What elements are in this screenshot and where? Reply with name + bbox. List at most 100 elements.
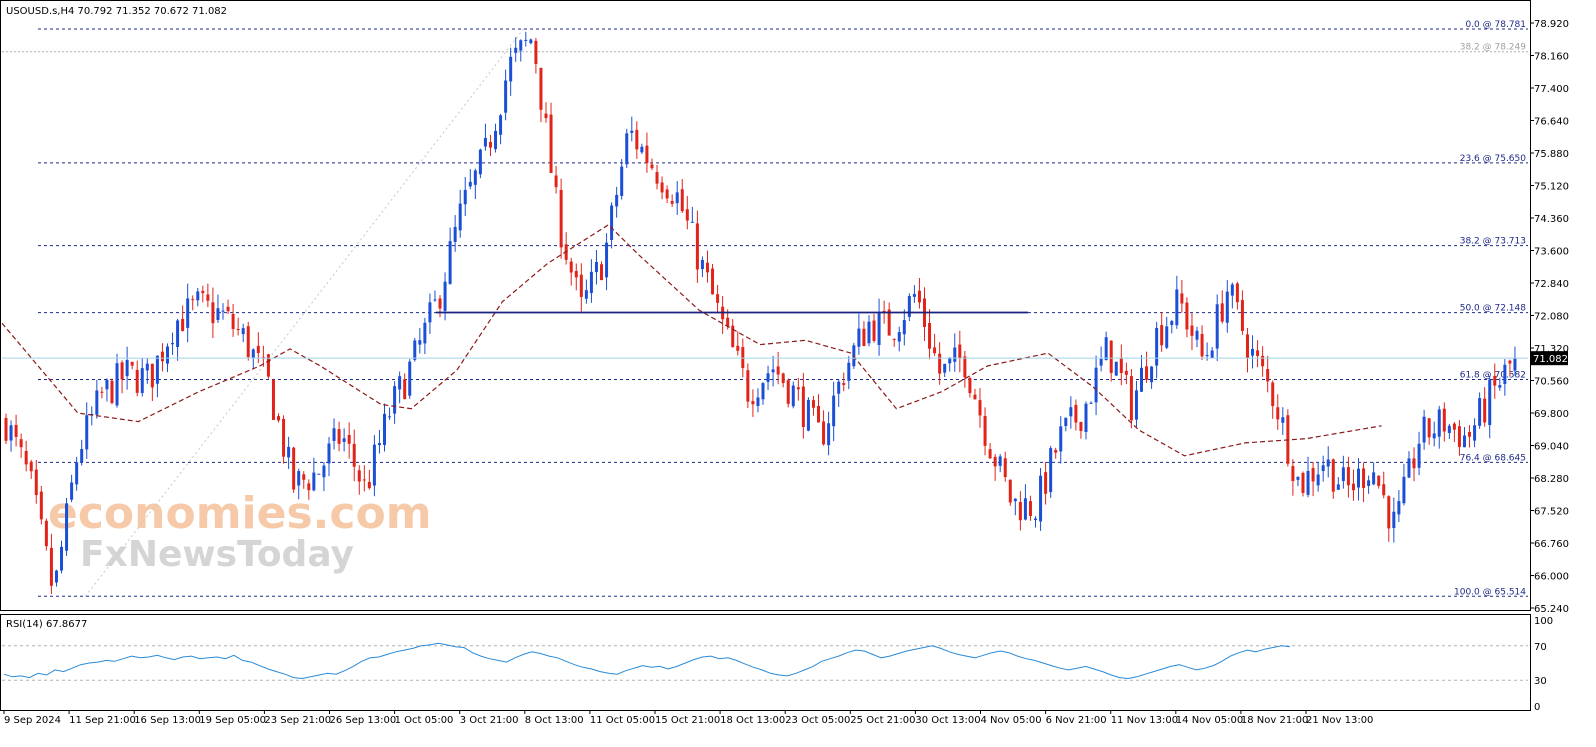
- candle-bear: [1220, 303, 1224, 322]
- candle-bear: [539, 67, 543, 110]
- candle-bull: [478, 149, 482, 175]
- candle-bear: [958, 344, 962, 359]
- candle-bear: [271, 380, 275, 420]
- candle-bull: [584, 290, 588, 299]
- candle-bull: [483, 137, 487, 147]
- candle-bull: [241, 328, 245, 335]
- candle-bear: [645, 145, 649, 164]
- candle-bull: [196, 291, 200, 301]
- price-chart-window[interactable]: economies.com FxNewsToday 0.0 @ 78.781 38…: [0, 0, 1596, 743]
- candle-bull: [806, 399, 810, 431]
- candle-bull: [1094, 367, 1098, 403]
- candle-bull: [398, 376, 402, 390]
- time-axis-label: 11 Nov 13:00: [1111, 715, 1178, 726]
- candle-bull: [433, 299, 437, 301]
- candle-bear: [579, 274, 583, 297]
- rsi-title-label: RSI(14) 67.8677: [6, 619, 87, 630]
- candle-bull: [605, 242, 609, 278]
- candle-bull: [1422, 416, 1426, 443]
- candle-bear: [236, 328, 240, 331]
- price-axis[interactable]: 78.920 78.160 77.400 76.640 75.880 75.120 74.3…: [1530, 19, 1569, 615]
- candle-bull: [1251, 348, 1255, 356]
- candle-bull: [791, 385, 795, 407]
- candle-bull: [125, 359, 129, 377]
- candle-bull: [1447, 425, 1451, 434]
- candle-bull: [221, 310, 225, 312]
- candle-bull: [761, 383, 765, 400]
- fib-level-label: 61.8 @ 70.582: [1460, 371, 1526, 381]
- candle-bear: [206, 294, 210, 301]
- candle-bear: [569, 261, 573, 273]
- candle-bull: [468, 181, 472, 187]
- candle-bull: [907, 296, 911, 317]
- candle-bull: [1326, 459, 1330, 467]
- candle-bear: [736, 345, 740, 351]
- candle-bull: [176, 320, 180, 348]
- candle-bear: [191, 299, 195, 301]
- candle-bear: [226, 306, 230, 312]
- candle-bull: [1084, 403, 1088, 432]
- candle-bear: [347, 435, 351, 444]
- candle-bull: [953, 347, 957, 362]
- candle-bear: [110, 380, 114, 404]
- candle-bear: [438, 298, 442, 309]
- candle-bear: [120, 362, 124, 380]
- time-axis[interactable]: 9 Sep 2024 11 Sep 21:0016 Sep 13:0019 Sep…: [3, 710, 1373, 726]
- candle-bear: [1301, 472, 1305, 493]
- candle-bear: [1018, 502, 1022, 521]
- candle-bear: [1508, 360, 1512, 364]
- time-axis-label: 25 Oct 21:00: [850, 715, 915, 726]
- chart-canvas[interactable]: economies.com FxNewsToday 0.0 @ 78.78138…: [0, 0, 1596, 743]
- watermark-subtitle-text: FxNewsToday: [80, 534, 354, 575]
- candle-bear: [34, 469, 38, 496]
- candle-bull: [524, 39, 528, 41]
- candle-bear: [29, 461, 33, 472]
- candle-bear: [938, 353, 942, 374]
- price-axis-label: 78.160: [1534, 52, 1569, 63]
- candle-bull: [589, 271, 593, 294]
- candle-bull: [1210, 350, 1214, 358]
- candle-bull: [1296, 476, 1300, 480]
- candle-bull: [1195, 330, 1199, 340]
- candle-bull: [1069, 407, 1073, 417]
- candle-bear: [1412, 458, 1416, 469]
- candle-bear: [19, 439, 23, 448]
- candle-bear: [963, 356, 967, 378]
- candle-bear: [695, 223, 699, 270]
- candle-bear: [1074, 404, 1078, 423]
- candle-bear: [44, 520, 48, 547]
- candle-bear: [201, 290, 205, 294]
- candle-bull: [85, 415, 89, 450]
- candle-bull: [423, 322, 427, 344]
- candle-bull: [171, 343, 175, 345]
- candle-bear: [776, 366, 780, 375]
- candle-bull: [1372, 472, 1376, 485]
- candle-bull: [1215, 304, 1219, 349]
- candle-bull: [1402, 476, 1406, 504]
- candle-bear: [357, 470, 361, 482]
- candle-bear: [1382, 484, 1386, 496]
- candle-bear: [660, 182, 664, 193]
- candle-bear: [978, 400, 982, 416]
- candle-bear: [1008, 479, 1012, 503]
- price-axis-label: 68.280: [1534, 474, 1569, 485]
- current-price-value: 71.082: [1533, 354, 1568, 365]
- candle-bull: [943, 363, 947, 373]
- price-axis-label: 77.400: [1534, 84, 1569, 95]
- candle-bull: [1513, 358, 1517, 371]
- candle-bear: [1119, 357, 1123, 373]
- candle-bull: [408, 361, 412, 396]
- candle-bull: [1155, 327, 1159, 366]
- candle-bear: [973, 394, 977, 400]
- candle-bull: [594, 261, 598, 273]
- candle-bear: [256, 345, 260, 354]
- candle-bear: [988, 449, 992, 459]
- time-axis-label: 1 Oct 05:00: [395, 715, 454, 726]
- candle-bull: [1013, 498, 1017, 502]
- candle-bear: [872, 320, 876, 341]
- candle-bull: [1437, 409, 1441, 437]
- candle-bear: [559, 189, 563, 248]
- price-axis-label: 78.920: [1534, 19, 1569, 30]
- candle-bull: [529, 39, 533, 44]
- candle-bear: [181, 318, 185, 332]
